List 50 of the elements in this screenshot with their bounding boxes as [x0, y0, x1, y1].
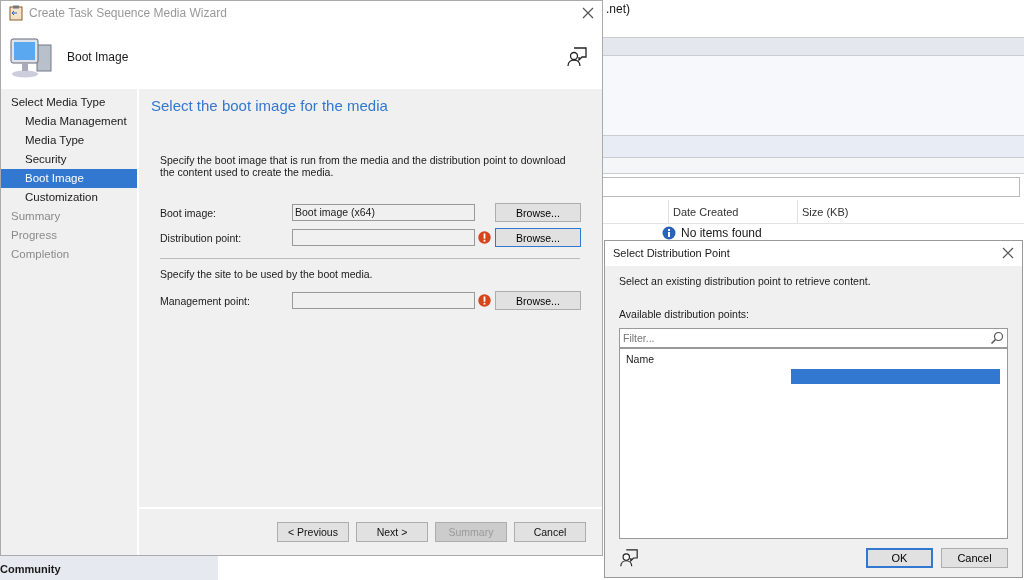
column-header[interactable]: Size (KB) [797, 200, 855, 223]
wizard-step: Media Management [1, 112, 137, 131]
browse-button[interactable]: Browse... [495, 291, 581, 310]
wizard-step: Completion [1, 245, 137, 264]
wizard-step: Media Type [1, 131, 137, 150]
close-icon[interactable] [582, 7, 594, 19]
text-field[interactable]: Boot image (x64) [292, 204, 475, 221]
search-icon [990, 330, 1004, 345]
description-text: Specify the boot image that is run from the media and the distribution point to download the content used to create the media. [159, 154, 567, 178]
browse-button[interactable]: Browse... [495, 203, 581, 222]
list-row[interactable] [791, 368, 1000, 384]
field-label: Distribution point: [160, 231, 243, 244]
help-person-icon[interactable] [566, 46, 588, 68]
list-label: Available distribution points: [619, 307, 750, 320]
wizard-step: Customization [1, 188, 137, 207]
wizard-button[interactable]: Cancel [514, 522, 586, 542]
window-title: .net) [606, 2, 630, 16]
computer-icon [9, 35, 53, 79]
page-heading: Select the boot image for the media [151, 97, 389, 114]
dialog-button[interactable]: Cancel [941, 547, 1008, 568]
wizard-step: Boot Image [1, 169, 137, 188]
nav-item[interactable]: Community [0, 555, 218, 580]
browse-button[interactable]: Browse... [495, 228, 581, 247]
dialog-title: Select Distribution Point [613, 247, 731, 260]
help-person-icon[interactable] [619, 547, 639, 568]
filter-field[interactable]: Filter... [619, 327, 1008, 348]
field-label: Boot image: [160, 206, 218, 219]
field-label: Management point: [160, 294, 251, 307]
window-title: Create Task Sequence Media Wizard [29, 6, 228, 20]
instruction-text: Select an existing distribution point to retrieve content. [619, 274, 872, 287]
error-icon [478, 231, 491, 244]
search-field[interactable] [600, 177, 1020, 197]
wizard-step: Summary [1, 207, 137, 226]
error-icon [478, 294, 491, 307]
clipboard-icon [9, 5, 23, 21]
wizard-step: Security [1, 150, 137, 169]
dialog-button[interactable]: OK [866, 547, 933, 568]
wizard-button[interactable]: Next > [356, 522, 428, 542]
page-title: Boot Image [67, 50, 130, 64]
column-header[interactable]: Name [626, 352, 999, 369]
close-icon[interactable] [1002, 247, 1014, 260]
text-field[interactable] [292, 292, 475, 309]
column-header[interactable]: Date Created [668, 200, 797, 223]
description-text: Specify the site to be used by the boot media. [159, 268, 374, 280]
text-field[interactable] [292, 229, 475, 246]
wizard-button[interactable]: < Previous [277, 522, 349, 542]
wizard-step: Progress [1, 226, 137, 245]
empty-message: No items found [681, 226, 762, 240]
info-icon [662, 226, 676, 240]
wizard-step: Select Media Type [1, 93, 137, 112]
